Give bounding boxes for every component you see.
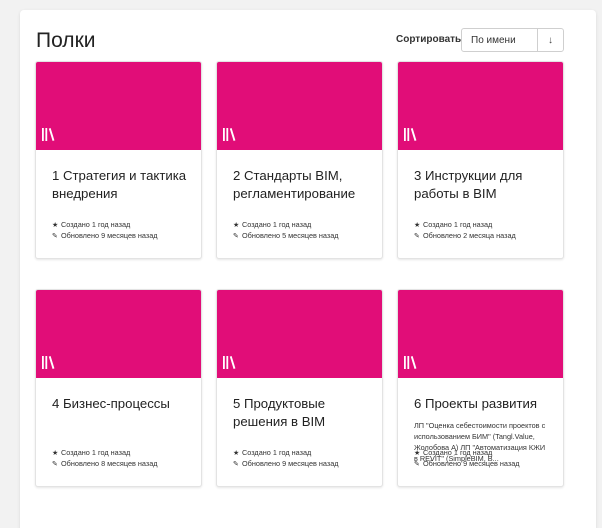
library-books-icon xyxy=(42,128,55,141)
shelf-updated: Обновлено 2 месяца назад xyxy=(423,231,516,240)
shelf-updated: Обновлено 9 месяцев назад xyxy=(242,459,339,468)
star-icon: ★ xyxy=(233,449,240,457)
star-icon: ★ xyxy=(414,221,421,229)
star-icon: ★ xyxy=(52,449,59,457)
shelf-title[interactable]: 3 Инструкции для работы в BIM xyxy=(414,167,549,203)
shelf-meta: ★ Создано 1 год назад ✎ Обновлено 8 месяце… xyxy=(52,447,158,469)
shelf-meta: ★ Создано 1 год назад ✎ Обновлено 9 месяце… xyxy=(52,219,158,241)
shelf-updated: Обновлено 8 месяцев назад xyxy=(61,459,158,468)
shelf-cover[interactable] xyxy=(398,62,563,150)
shelf-created: Создано 1 год назад xyxy=(61,448,131,457)
shelf-created: Создано 1 год назад xyxy=(242,448,312,457)
pencil-icon: ✎ xyxy=(52,460,58,468)
shelf-meta: ★ Создано 1 год назад ✎ Обновлено 9 месяце… xyxy=(233,447,339,469)
library-books-icon xyxy=(404,128,417,141)
library-books-icon xyxy=(404,356,417,369)
shelf-updated: Обновлено 5 месяцев назад xyxy=(242,231,339,240)
sort-control: По имени ↓ xyxy=(461,28,564,52)
shelf-updated: Обновлено 9 месяцев назад xyxy=(61,231,158,240)
shelf-meta: ★ Создано 1 год назад ✎ Обновлено 2 месяца… xyxy=(414,219,516,241)
pencil-icon: ✎ xyxy=(233,232,239,240)
shelf-title[interactable]: 5 Продуктовые решения в BIM xyxy=(233,395,368,431)
sort-select[interactable]: По имени xyxy=(462,29,537,51)
shelf-title[interactable]: 4 Бизнес-процессы xyxy=(52,395,187,413)
shelf-title[interactable]: 6 Проекты развития xyxy=(414,395,549,413)
shelf-created: Создано 1 год назад xyxy=(423,220,493,229)
pencil-icon: ✎ xyxy=(233,460,239,468)
library-books-icon xyxy=(223,128,236,141)
shelf-card[interactable]: 1 Стратегия и тактика внедрения ★ Создано… xyxy=(35,61,202,259)
shelf-created: Создано 1 год назад xyxy=(242,220,312,229)
star-icon: ★ xyxy=(233,221,240,229)
shelf-cover[interactable] xyxy=(398,290,563,378)
star-icon: ★ xyxy=(414,449,421,457)
shelf-title[interactable]: 1 Стратегия и тактика внедрения xyxy=(52,167,187,203)
arrow-down-icon: ↓ xyxy=(548,34,553,46)
shelf-card[interactable]: 6 Проекты развития ЛП "Оценка себестоимо… xyxy=(397,289,564,487)
shelf-updated: Обновлено 9 месяцев назад xyxy=(423,459,520,468)
shelf-meta: ★ Создано 1 год назад ✎ Обновлено 5 месяце… xyxy=(233,219,339,241)
pencil-icon: ✎ xyxy=(414,232,420,240)
sort-direction-button[interactable]: ↓ xyxy=(537,29,563,51)
star-icon: ★ xyxy=(52,221,59,229)
pencil-icon: ✎ xyxy=(52,232,58,240)
shelf-cover[interactable] xyxy=(36,290,201,378)
shelf-title[interactable]: 2 Стандарты BIM, регламентирование xyxy=(233,167,368,203)
library-books-icon xyxy=(223,356,236,369)
shelf-cover[interactable] xyxy=(217,290,382,378)
page-title: Полки xyxy=(36,29,96,52)
shelf-card[interactable]: 4 Бизнес-процессы ★ Создано 1 год назад ✎… xyxy=(35,289,202,487)
shelf-card[interactable]: 2 Стандарты BIM, регламентирование ★ Созд… xyxy=(216,61,383,259)
shelf-card[interactable]: 3 Инструкции для работы в BIM ★ Создано 1… xyxy=(397,61,564,259)
shelf-meta: ★ Создано 1 год назад ✎ Обновлено 9 месяце… xyxy=(414,447,520,469)
pencil-icon: ✎ xyxy=(414,460,420,468)
shelf-card[interactable]: 5 Продуктовые решения в BIM ★ Создано 1 г… xyxy=(216,289,383,487)
sort-label: Сортировать xyxy=(396,34,462,45)
shelf-created: Создано 1 год назад xyxy=(61,220,131,229)
library-books-icon xyxy=(42,356,55,369)
shelf-created: Создано 1 год назад xyxy=(423,448,493,457)
shelf-cover[interactable] xyxy=(36,62,201,150)
shelf-cover[interactable] xyxy=(217,62,382,150)
